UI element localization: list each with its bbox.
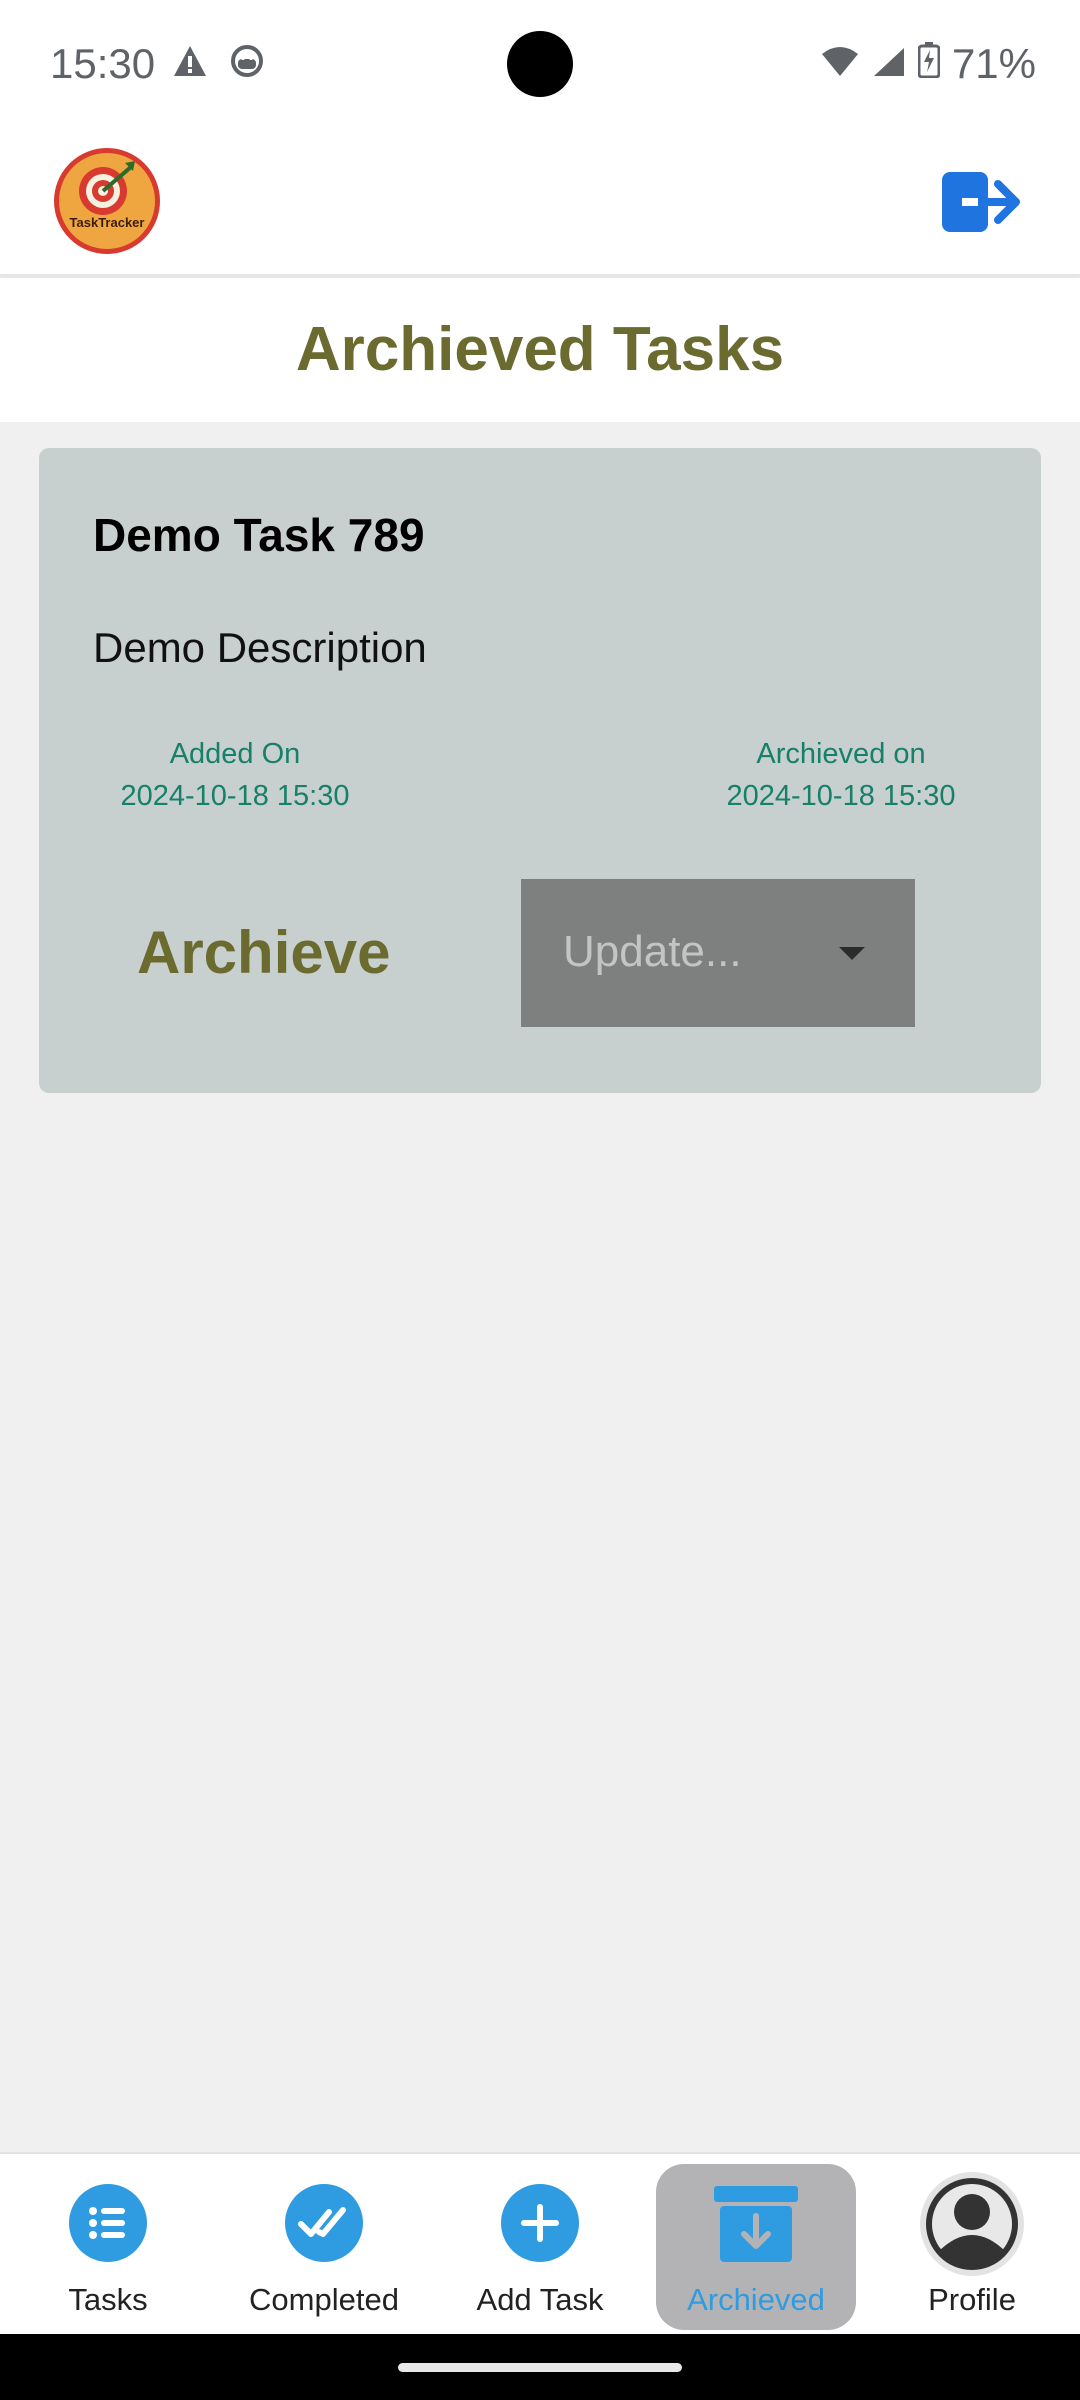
double-check-icon — [285, 2184, 363, 2262]
signal-icon — [872, 40, 906, 88]
plus-icon — [501, 2184, 579, 2262]
added-on-label: Added On — [169, 738, 301, 770]
home-gesture-handle[interactable] — [398, 2363, 682, 2372]
wifi-icon — [820, 40, 860, 88]
nav-label-add-task: Add Task — [476, 2282, 604, 2317]
archived-on-label: Archieved on — [756, 738, 926, 770]
android-head-icon — [230, 44, 264, 83]
nav-item-archieved[interactable]: Archieved — [656, 2164, 856, 2330]
page-title: Archieved Tasks — [295, 315, 785, 384]
user-avatar-icon — [920, 2172, 1024, 2276]
app-header: TaskTracker — [0, 132, 1080, 276]
system-gesture-bar — [0, 2334, 1080, 2400]
added-on-block: Added On 2024-10-18 15:30 — [105, 733, 365, 817]
nav-label-archieved: Archieved — [687, 2282, 825, 2317]
battery-charging-icon — [917, 40, 941, 88]
task-title: Demo Task 789 — [93, 509, 425, 561]
task-card[interactable]: Demo Task 789 Demo Description Added On … — [39, 448, 1041, 1093]
archived-on-block: Archieved on 2024-10-18 15:30 — [711, 733, 971, 817]
logo-text: TaskTracker — [69, 215, 145, 230]
nav-item-add-task[interactable]: Add Task — [440, 2154, 640, 2336]
title-bar: Archieved Tasks — [0, 278, 1080, 422]
logout-icon — [942, 172, 1020, 232]
task-description: Demo Description — [93, 624, 427, 671]
nav-item-completed[interactable]: Completed — [224, 2154, 424, 2336]
nav-label-completed: Completed — [249, 2282, 399, 2317]
update-status-dropdown[interactable]: Update... — [521, 879, 915, 1027]
status-bar: 15:30 71% — [0, 0, 1080, 132]
status-right-group: 71% — [820, 40, 1036, 88]
nav-label-tasks: Tasks — [68, 2282, 148, 2317]
update-dropdown-placeholder: Update... — [563, 927, 742, 976]
logout-button[interactable] — [940, 170, 1020, 234]
list-icon — [69, 2184, 147, 2262]
battery-percent: 71% — [951, 40, 1036, 87]
bottom-navigation: Tasks Completed Add Task Archieved Profi… — [0, 2152, 1080, 2334]
archived-on-date: 2024-10-18 15:30 — [726, 780, 956, 812]
archive-box-icon — [712, 2186, 800, 2264]
chevron-down-icon — [839, 947, 865, 960]
nav-label-profile: Profile — [928, 2282, 1016, 2317]
warning-icon — [172, 44, 208, 83]
nav-item-tasks[interactable]: Tasks — [8, 2154, 208, 2336]
camera-cutout — [507, 31, 573, 97]
nav-item-profile[interactable]: Profile — [872, 2154, 1072, 2336]
status-time: 15:30 — [50, 40, 156, 87]
app-logo[interactable]: TaskTracker — [54, 148, 160, 254]
task-status-label: Archieve — [137, 919, 391, 986]
added-on-date: 2024-10-18 15:30 — [120, 780, 350, 812]
